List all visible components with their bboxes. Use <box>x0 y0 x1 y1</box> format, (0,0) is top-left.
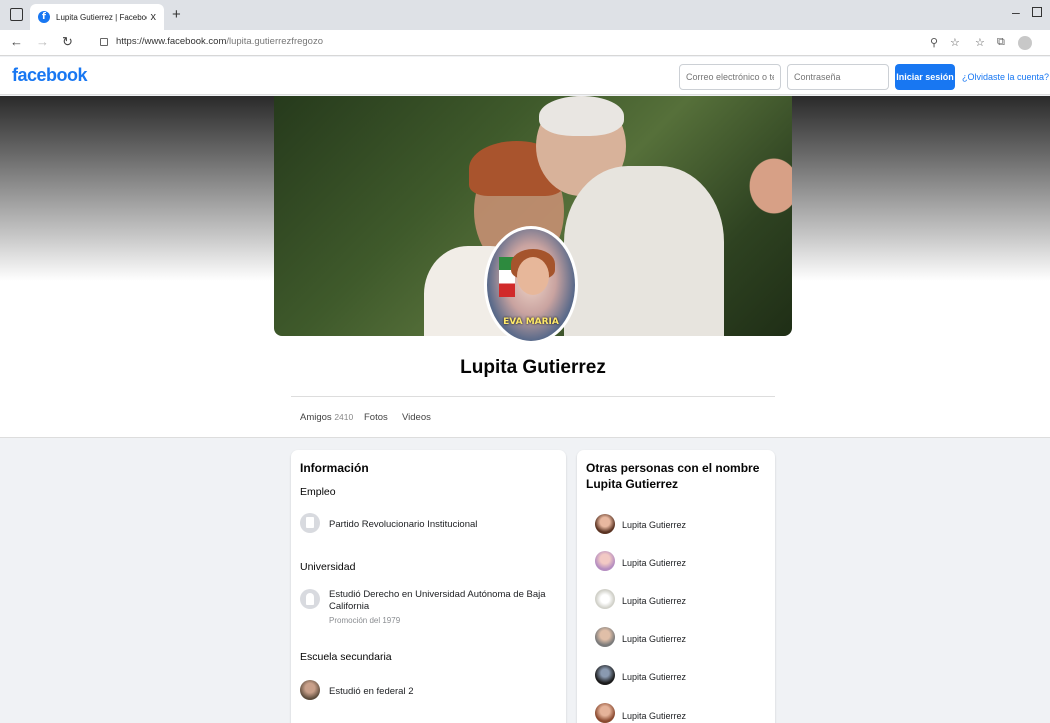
tab-friends[interactable]: Amigos 2410 <box>300 412 353 423</box>
university-icon <box>300 589 320 609</box>
header-bottom-border <box>0 437 1050 438</box>
password-input[interactable] <box>787 64 889 90</box>
tab-title: Lupita Gutierrez | Facebook <box>56 12 147 22</box>
person-name[interactable]: Lupita Gutierrez <box>622 558 686 568</box>
avatar-badge-text: EVA MARIA <box>503 317 559 327</box>
university-entry-line2[interactable]: California <box>329 601 369 612</box>
favorites-bar-icon[interactable]: ☆ <box>975 36 985 49</box>
browser-tabstrip: f Lupita Gutierrez | Facebook x + – <box>0 0 1050 30</box>
maximize-icon[interactable] <box>1032 7 1042 17</box>
other-people-title-line2: Lupita Gutierrez <box>586 477 679 491</box>
tab-photos[interactable]: Fotos <box>364 412 388 423</box>
collections-icon[interactable]: ⧉ <box>997 36 1005 49</box>
url-path: /lupita.gutierrezfregozo <box>226 36 323 47</box>
facebook-favicon-icon: f <box>38 11 50 23</box>
back-icon[interactable]: ← <box>10 34 23 49</box>
friends-count: 2410 <box>334 412 354 422</box>
tab-close-icon[interactable]: x <box>151 11 157 23</box>
avatar-face <box>517 257 549 295</box>
person-name[interactable]: Lupita Gutierrez <box>622 520 686 530</box>
zoom-icon[interactable]: ⚲ <box>930 36 938 49</box>
person-avatar[interactable] <box>595 627 615 647</box>
school-entry[interactable]: Estudió en federal 2 <box>329 686 414 697</box>
person-name[interactable]: Lupita Gutierrez <box>622 711 686 721</box>
cover-person-shirt <box>564 166 724 336</box>
login-button[interactable]: Iniciar sesión <box>895 64 955 90</box>
email-input[interactable] <box>679 64 781 90</box>
person-avatar[interactable] <box>595 665 615 685</box>
facebook-header: facebook Iniciar sesión ¿Olvidaste la cu… <box>0 57 1050 95</box>
info-card: Información Empleo Partido Revolucionari… <box>291 450 566 723</box>
profile-name: Lupita Gutierrez <box>460 357 606 378</box>
person-avatar[interactable] <box>595 589 615 609</box>
facebook-logo[interactable]: facebook <box>12 65 88 86</box>
lock-icon <box>100 37 108 46</box>
university-class: Promoción del 1979 <box>329 616 401 625</box>
info-title: Información <box>300 461 369 475</box>
profile-icon[interactable] <box>1018 36 1032 50</box>
address-bar: ← → ↻ https://www.facebook.com/lupita.gu… <box>0 30 1050 56</box>
flag-icon <box>300 513 320 533</box>
profile-divider <box>291 396 775 397</box>
person-avatar[interactable] <box>595 703 615 723</box>
tab-friends-label: Amigos <box>300 412 332 423</box>
other-people-title-line1: Otras personas con el nombre <box>586 461 760 475</box>
school-title: Escuela secundaria <box>300 651 392 663</box>
forward-icon[interactable]: → <box>36 34 49 49</box>
url-field[interactable]: https://www.facebook.com/lupita.gutierre… <box>100 36 323 47</box>
tab-actions-icon[interactable] <box>10 8 23 21</box>
person-name[interactable]: Lupita Gutierrez <box>622 596 686 606</box>
tab-videos[interactable]: Videos <box>402 412 431 423</box>
browser-tab[interactable]: f Lupita Gutierrez | Facebook x <box>30 4 164 30</box>
new-tab-icon[interactable]: + <box>172 6 181 23</box>
other-people-card: Otras personas con el nombre Lupita Guti… <box>577 450 775 723</box>
url-host: https://www.facebook.com <box>116 36 227 47</box>
cover-person-man-hair <box>539 96 624 136</box>
school-avatar <box>300 680 320 700</box>
university-entry-line1[interactable]: Estudió Derecho en Universidad Autónoma … <box>329 589 546 600</box>
university-title: Universidad <box>300 561 356 573</box>
employment-entry[interactable]: Partido Revolucionario Institucional <box>329 519 477 530</box>
profile-avatar[interactable]: EVA MARIA <box>484 226 578 344</box>
person-avatar[interactable] <box>595 551 615 571</box>
person-avatar[interactable] <box>595 514 615 534</box>
refresh-icon[interactable]: ↻ <box>62 34 73 50</box>
person-name[interactable]: Lupita Gutierrez <box>622 634 686 644</box>
minimize-icon[interactable]: – <box>1012 4 1020 20</box>
forgot-account-link[interactable]: ¿Olvidaste la cuenta? <box>962 72 1049 82</box>
employment-title: Empleo <box>300 486 336 498</box>
person-name[interactable]: Lupita Gutierrez <box>622 672 686 682</box>
favorite-icon[interactable]: ☆ <box>950 36 960 49</box>
